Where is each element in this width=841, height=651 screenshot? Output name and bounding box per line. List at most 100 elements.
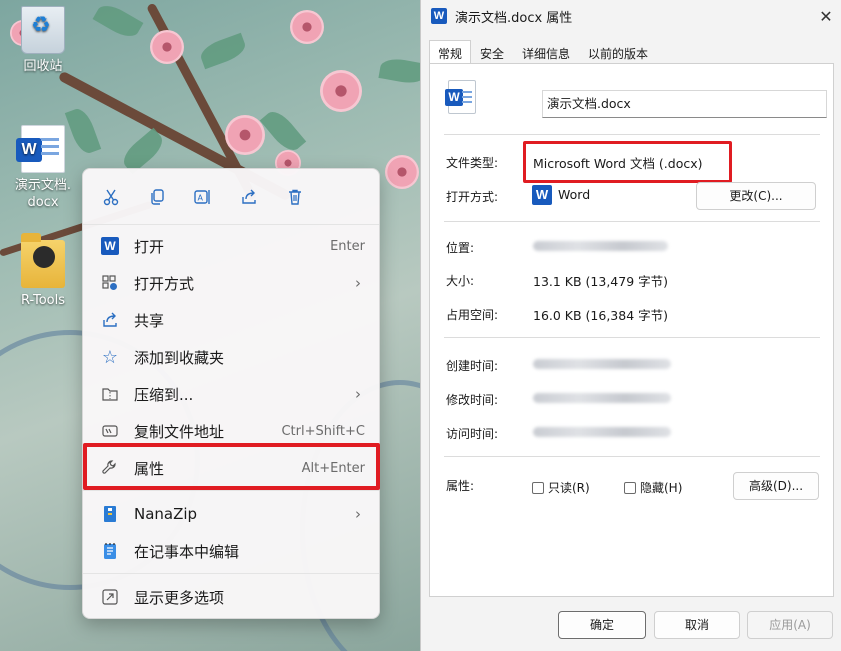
menu-item-open[interactable]: W 打开 Enter: [87, 229, 375, 263]
modified-value-redacted: [533, 393, 671, 403]
size-value: 13.1 KB (13,479 字节): [533, 274, 669, 289]
open-with-icon: [99, 272, 121, 294]
checkbox-label: 只读(R): [548, 481, 590, 495]
wallpaper-blossom: [150, 30, 184, 64]
wallpaper-leaf: [92, 0, 144, 43]
tab-general[interactable]: 常规: [429, 40, 472, 64]
menu-item-edit-notepad[interactable]: 在记事本中编辑: [87, 534, 375, 568]
checkbox-box[interactable]: [624, 481, 636, 494]
desktop-icon-label: 回收站: [23, 59, 63, 74]
word-icon: W: [431, 8, 447, 24]
open-with-label: 打开方式:: [446, 190, 499, 204]
divider: [444, 456, 820, 457]
open-with-value: Word: [558, 187, 591, 202]
general-tab-panel: W 演示文档.docx 文件类型: Microsoft Word 文档 (.do…: [429, 63, 834, 597]
dialog-tabs: 常规 安全 详细信息 以前的版本: [429, 40, 657, 64]
menu-item-share[interactable]: 共享: [87, 303, 375, 337]
delete-icon[interactable]: [281, 183, 309, 211]
accessed-value-redacted: [533, 427, 671, 437]
change-button[interactable]: 更改(C)...: [696, 182, 816, 210]
file-type-label: 文件类型:: [446, 156, 499, 170]
chevron-right-icon: ›: [355, 385, 361, 403]
menu-separator: [83, 490, 379, 491]
divider: [444, 221, 820, 222]
file-name-input[interactable]: 演示文档.docx: [542, 90, 827, 118]
wallpaper-blossom: [320, 70, 362, 112]
size-on-disk-value: 16.0 KB (16,384 字节): [533, 308, 669, 323]
size-label: 大小:: [446, 274, 475, 288]
menu-item-label: 打开方式: [134, 274, 195, 293]
copy-path-icon: [99, 420, 121, 442]
tab-security[interactable]: 安全: [471, 40, 513, 64]
desktop-icon-label: R-Tools: [20, 293, 66, 308]
menu-item-nanazip[interactable]: NanaZip ›: [87, 497, 375, 531]
wallpaper-leaf: [259, 106, 307, 156]
close-icon[interactable]: ✕: [811, 7, 841, 26]
readonly-checkbox[interactable]: 只读(R): [532, 479, 590, 496]
share-icon[interactable]: [235, 183, 263, 211]
properties-dialog: W 演示文档.docx 属性 ✕ 常规 安全 详细信息 以前的版本 W 演示文档…: [420, 0, 841, 651]
highlight-box-properties: [83, 443, 380, 490]
checkbox-box[interactable]: [532, 481, 544, 494]
checkbox-label: 隐藏(H): [640, 481, 683, 495]
menu-item-label: NanaZip: [134, 505, 198, 523]
apply-button[interactable]: 应用(A): [747, 611, 833, 639]
menu-item-label: 添加到收藏夹: [134, 348, 225, 367]
menu-separator: [83, 573, 379, 574]
desktop-icon-document[interactable]: W 演示文档.docx: [7, 125, 79, 211]
menu-item-open-with[interactable]: 打开方式 ›: [87, 266, 375, 300]
menu-item-show-more[interactable]: 显示更多选项: [87, 580, 375, 614]
menu-item-label: 压缩到...: [134, 385, 194, 404]
copy-icon[interactable]: [143, 183, 171, 211]
wallpaper-blossom: [225, 115, 265, 155]
share-icon: [99, 309, 121, 331]
tab-details[interactable]: 详细信息: [513, 40, 579, 64]
cut-icon[interactable]: [97, 183, 125, 211]
menu-item-compress[interactable]: 压缩到... ›: [87, 377, 375, 411]
ok-button[interactable]: 确定: [558, 611, 646, 639]
word-document-icon: W: [16, 125, 65, 173]
wallpaper-leaf: [197, 32, 249, 70]
recycle-bin-icon: ♻: [21, 6, 65, 54]
menu-item-label: 复制文件地址: [134, 422, 225, 441]
hidden-checkbox[interactable]: 隐藏(H): [624, 479, 682, 496]
more-options-icon: [99, 586, 121, 608]
context-menu: A W 打开 Enter 打开方式 › 共享 ☆ 添加到收藏夹 压缩到... ›…: [82, 168, 380, 619]
size-on-disk-label: 占用空间:: [446, 308, 499, 322]
location-label: 位置:: [446, 241, 475, 255]
wallpaper-blossom: [385, 155, 419, 189]
nanazip-icon: [99, 503, 121, 525]
modified-label: 修改时间:: [446, 393, 499, 407]
zip-folder-icon: [99, 383, 121, 405]
svg-text:A: A: [198, 193, 204, 202]
dialog-title: 演示文档.docx 属性: [455, 10, 573, 26]
tab-previous-versions[interactable]: 以前的版本: [579, 40, 657, 64]
wallpaper-blossom: [290, 10, 324, 44]
divider: [444, 134, 820, 135]
location-value-redacted: [533, 241, 668, 251]
created-label: 创建时间:: [446, 359, 499, 373]
advanced-button[interactable]: 高级(D)...: [733, 472, 819, 500]
dialog-footer: 确定 取消 应用(A): [421, 600, 841, 651]
created-value-redacted: [533, 359, 671, 369]
desktop-icon-recycle-bin[interactable]: ♻ 回收站: [7, 6, 79, 75]
accessed-label: 访问时间:: [446, 427, 499, 441]
word-document-icon: W: [445, 80, 476, 114]
wallpaper-leaf: [378, 56, 420, 86]
folder-icon: [21, 233, 65, 288]
menu-item-shortcut: Enter: [330, 238, 365, 254]
rename-icon[interactable]: A: [189, 183, 217, 211]
desktop-icon-label: 演示文档.docx: [14, 178, 72, 210]
word-icon: W: [99, 235, 121, 257]
menu-item-label: 共享: [134, 311, 165, 330]
menu-item-label: 显示更多选项: [134, 588, 225, 607]
menu-item-label: 打开: [134, 237, 165, 256]
cancel-button[interactable]: 取消: [654, 611, 740, 639]
context-menu-toolbar: A: [83, 169, 379, 225]
highlight-box-file-type: [523, 141, 732, 183]
menu-item-label: 在记事本中编辑: [134, 542, 240, 561]
menu-item-add-favorites[interactable]: ☆ 添加到收藏夹: [87, 340, 375, 374]
chevron-right-icon: ›: [355, 274, 361, 292]
attributes-label: 属性:: [446, 479, 475, 493]
desktop-icon-r-tools[interactable]: R-Tools: [7, 233, 79, 309]
